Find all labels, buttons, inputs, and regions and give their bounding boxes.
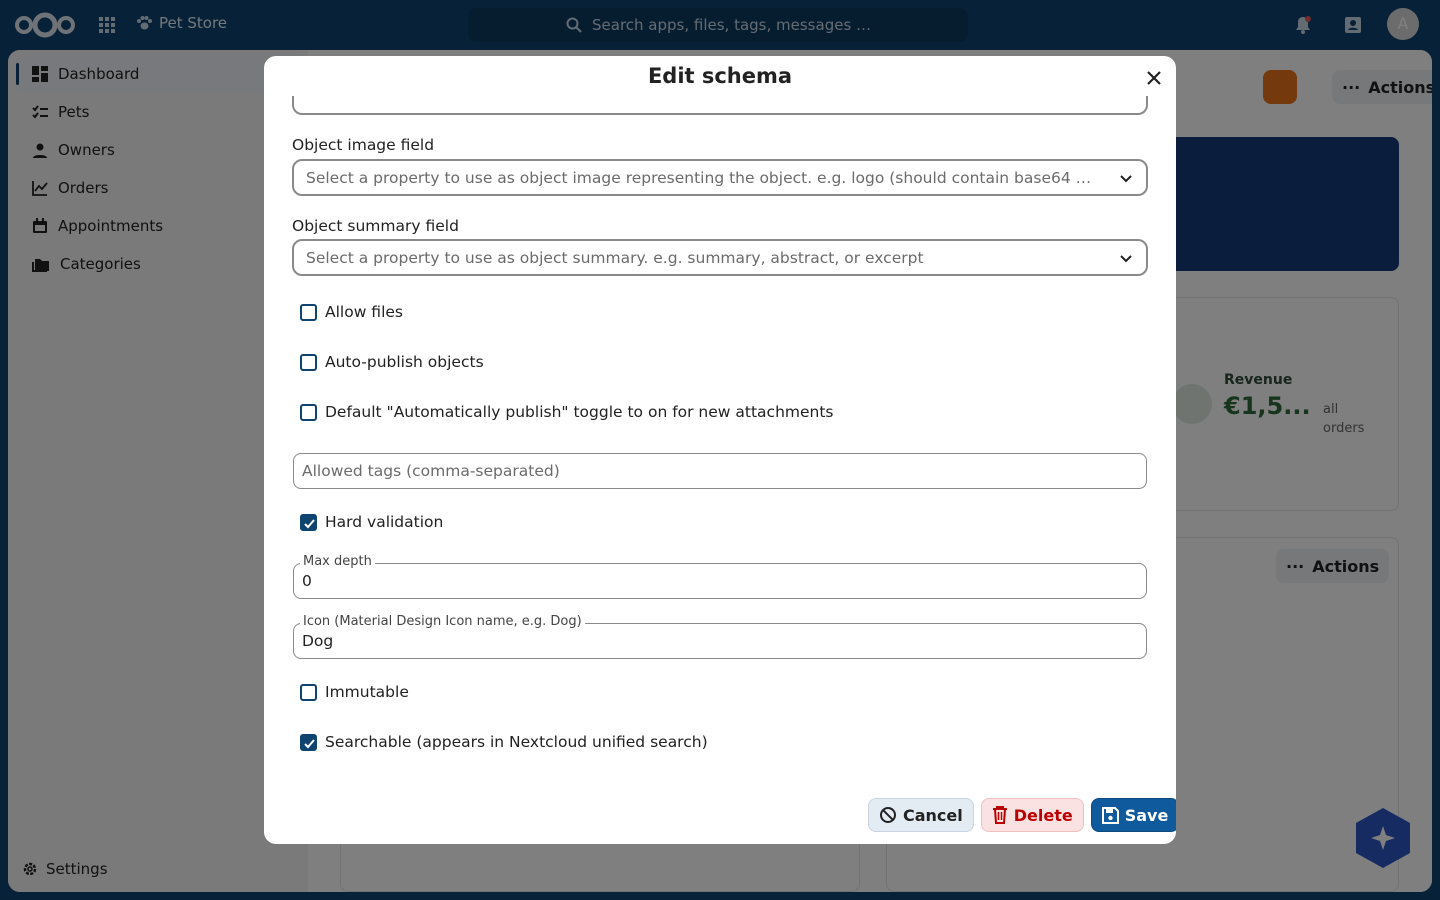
close-icon[interactable] bbox=[1142, 66, 1166, 90]
floppy-disk-icon bbox=[1101, 806, 1119, 824]
edit-schema-dialog: Edit schema Object image field Select a … bbox=[264, 56, 1176, 844]
hard-validation-checkbox[interactable]: Hard validation bbox=[300, 513, 443, 531]
delete-button[interactable]: Delete bbox=[980, 798, 1084, 832]
checkbox-checked-icon[interactable] bbox=[300, 513, 317, 531]
cancel-icon bbox=[880, 807, 896, 823]
auto-publish-checkbox[interactable]: Auto-publish objects bbox=[300, 353, 484, 371]
object-summary-label: Object summary field bbox=[292, 217, 459, 235]
allowed-tags-input[interactable]: Allowed tags (comma-separated) bbox=[293, 453, 1147, 489]
save-label: Save bbox=[1124, 805, 1169, 825]
checkbox-label: Allow files bbox=[325, 303, 403, 321]
immutable-checkbox[interactable]: Immutable bbox=[300, 683, 409, 701]
save-button[interactable]: Save bbox=[1090, 798, 1176, 832]
checkbox-label: Hard validation bbox=[325, 513, 444, 531]
dialog-title: Edit schema bbox=[647, 64, 793, 88]
allowed-tags-placeholder: Allowed tags (comma-separated) bbox=[302, 462, 560, 480]
object-summary-select[interactable]: Select a property to use as object summa… bbox=[292, 239, 1148, 276]
checkbox-label: Immutable bbox=[325, 683, 409, 701]
max-depth-value: 0 bbox=[302, 572, 312, 590]
object-summary-placeholder: Select a property to use as object summa… bbox=[306, 248, 924, 267]
max-depth-input[interactable]: Max depth 0 bbox=[293, 554, 1147, 599]
icon-name-input[interactable]: Icon (Material Design Icon name, e.g. Do… bbox=[293, 614, 1147, 659]
searchable-checkbox[interactable]: Searchable (appears in Nextcloud unified… bbox=[300, 733, 708, 751]
object-image-placeholder: Select a property to use as object image… bbox=[306, 168, 1096, 187]
chevron-down-icon bbox=[1120, 255, 1132, 263]
checkbox-icon[interactable] bbox=[300, 403, 317, 421]
checkbox-icon[interactable] bbox=[300, 303, 317, 321]
cancel-label: Cancel bbox=[903, 805, 963, 825]
checkbox-label: Auto-publish objects bbox=[325, 353, 484, 371]
dialog-footer: Cancel Delete Save bbox=[868, 798, 1176, 832]
allow-files-checkbox[interactable]: Allow files bbox=[300, 303, 403, 321]
cancel-button[interactable]: Cancel bbox=[868, 798, 974, 832]
icon-name-value: Dog bbox=[302, 632, 334, 650]
icon-name-label: Icon (Material Design Icon name, e.g. Do… bbox=[300, 614, 585, 629]
object-image-select[interactable]: Select a property to use as object image… bbox=[292, 159, 1148, 196]
checkbox-checked-icon[interactable] bbox=[300, 733, 317, 751]
max-depth-label: Max depth bbox=[300, 554, 375, 569]
scrolled-field[interactable] bbox=[292, 96, 1148, 115]
checkbox-label: Default "Automatically publish" toggle t… bbox=[325, 403, 834, 421]
checkbox-icon[interactable] bbox=[300, 353, 317, 371]
trash-icon bbox=[992, 806, 1007, 824]
object-image-label: Object image field bbox=[292, 136, 435, 154]
checkbox-label: Searchable (appears in Nextcloud unified… bbox=[325, 733, 708, 751]
default-publish-checkbox[interactable]: Default "Automatically publish" toggle t… bbox=[300, 403, 834, 421]
chevron-down-icon bbox=[1120, 175, 1132, 183]
delete-label: Delete bbox=[1013, 805, 1073, 825]
checkbox-icon[interactable] bbox=[300, 683, 317, 701]
